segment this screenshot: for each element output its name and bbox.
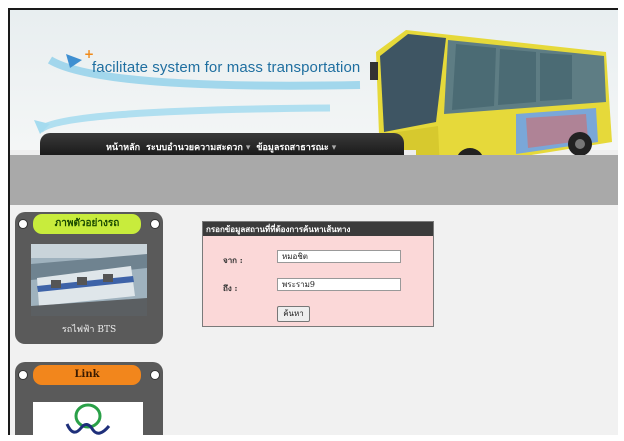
example-vehicle-box: ภาพตัวอย่างรถ รถไฟฟ้า BTS	[15, 212, 163, 344]
chevron-down-icon: ▾	[331, 143, 337, 153]
to-input[interactable]: พระราม9	[277, 278, 401, 291]
nav-item-public-transport[interactable]: ข้อมูลรถสาธารณะ ▾	[256, 140, 336, 154]
route-search-form: กรอกข้อมูลสถานที่ที่ต้องการค้นหาเส้นทาง …	[202, 221, 434, 327]
search-button[interactable]: ค้นหา	[277, 306, 310, 322]
plus-spark-icon: +	[84, 47, 95, 61]
link-box: Link BTS	[15, 362, 163, 435]
example-box-title: ภาพตัวอย่างรถ	[33, 214, 141, 234]
decor-dot	[18, 219, 28, 229]
bts-logo-icon: BTS	[65, 403, 111, 435]
decor-dot	[150, 370, 160, 380]
main-nav: หน้าหลัก ระบบอำนวยความสะดวก ▾ ข้อมูลรถสาธ…	[106, 140, 336, 154]
nav-item-home[interactable]: หน้าหลัก	[106, 140, 140, 154]
nav-item-label: ข้อมูลรถสาธารณะ	[256, 143, 329, 153]
bts-train-photo[interactable]	[31, 244, 147, 316]
chevron-down-icon: ▾	[245, 143, 251, 153]
grey-band	[10, 155, 618, 205]
decor-dot	[18, 370, 28, 380]
site-tagline: facilitate system for mass transportatio…	[92, 59, 361, 76]
photo-caption: รถไฟฟ้า BTS	[61, 325, 117, 335]
from-input[interactable]: หมอชิต	[277, 250, 401, 263]
header-banner: + facilitate system for mass transportat…	[10, 10, 618, 176]
link-box-title: Link	[33, 365, 141, 385]
from-label: จาก :	[223, 255, 243, 265]
bts-logo-link[interactable]: BTS	[33, 402, 143, 435]
page-frame: + facilitate system for mass transportat…	[8, 8, 618, 435]
to-label: ถึง :	[223, 283, 238, 293]
nav-item-label: ระบบอำนวยความสะดวก	[146, 143, 243, 153]
form-heading: กรอกข้อมูลสถานที่ที่ต้องการค้นหาเส้นทาง	[203, 222, 433, 236]
nav-item-label: หน้าหลัก	[106, 143, 141, 153]
decor-dot	[150, 219, 160, 229]
nav-item-facilities[interactable]: ระบบอำนวยความสะดวก ▾	[146, 140, 250, 154]
